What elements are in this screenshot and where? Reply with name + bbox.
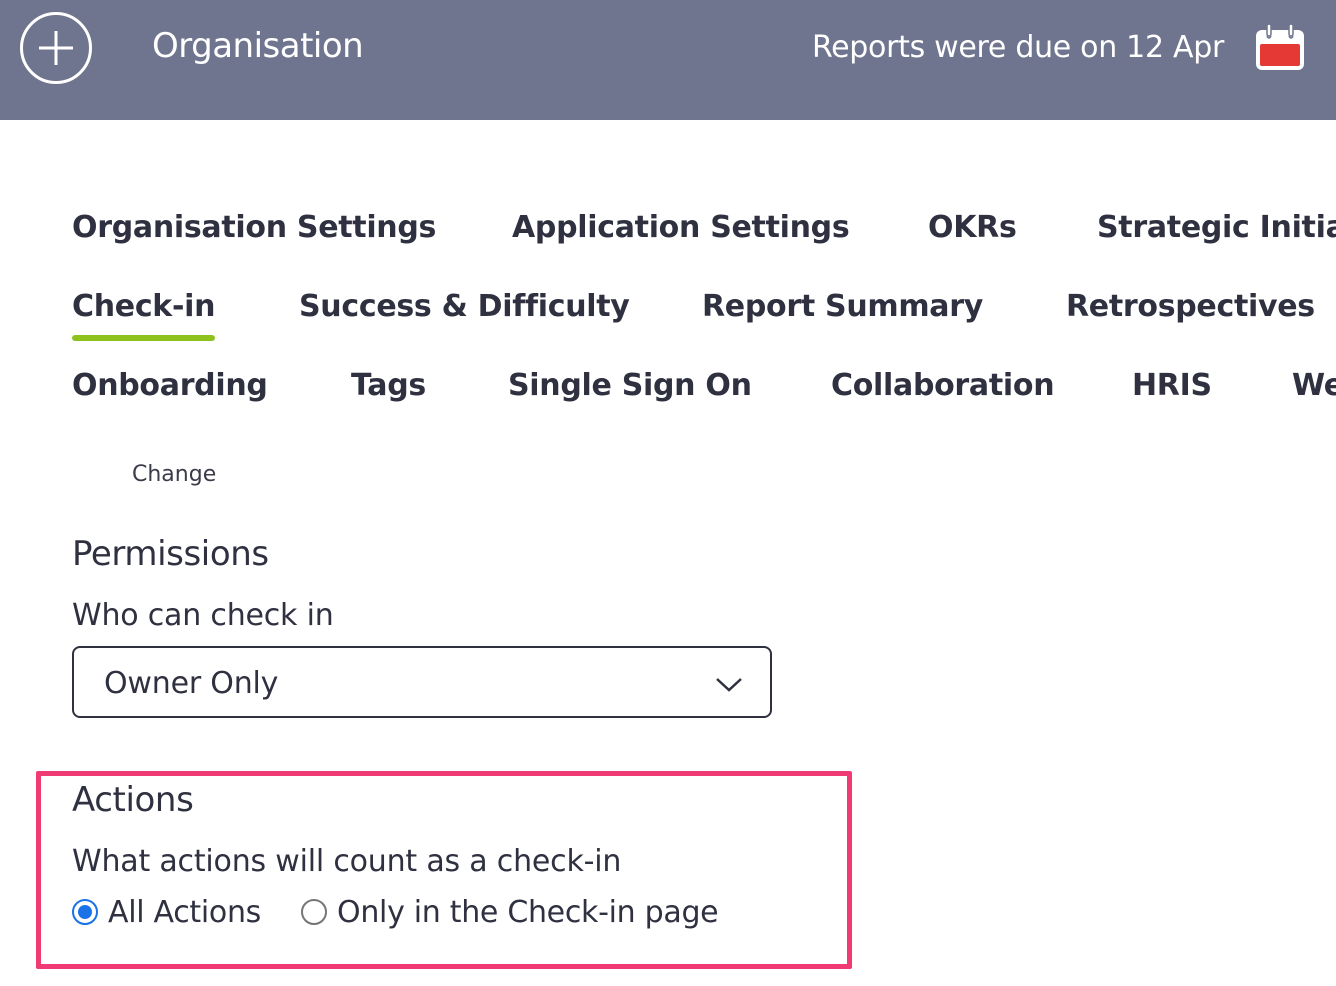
tabs-row-3: Onboarding Tags Single Sign On Collabora…: [0, 368, 1336, 418]
actions-radio-group: All Actions Only in the Check-in page: [72, 892, 758, 932]
permissions-heading: Permissions: [72, 534, 269, 574]
reports-due-text: Reports were due on 12 Apr: [811, 30, 1224, 65]
actions-heading: Actions: [72, 780, 194, 820]
tab-check-in[interactable]: Check-in: [72, 289, 215, 341]
tab-report-summary[interactable]: Report Summary: [702, 289, 983, 324]
add-button[interactable]: [20, 12, 92, 84]
chevron-down-icon: [716, 678, 742, 692]
tab-retrospectives[interactable]: Retrospectives: [1066, 289, 1315, 324]
radio-only-check-in-page[interactable]: Only in the Check-in page: [301, 894, 719, 930]
tab-organisation-settings[interactable]: Organisation Settings: [72, 210, 436, 245]
radio-button-checked[interactable]: [72, 899, 98, 925]
select-value: Owner Only: [104, 666, 279, 701]
tab-okrs[interactable]: OKRs: [928, 210, 1017, 245]
radio-label: All Actions: [108, 894, 262, 930]
tab-tags[interactable]: Tags: [351, 368, 426, 403]
who-can-check-in-select[interactable]: Owner Only: [72, 646, 772, 718]
tabs-row-2: Check-in Success & Difficulty Report Sum…: [0, 289, 1336, 345]
tab-single-sign-on[interactable]: Single Sign On: [508, 368, 752, 403]
tabs-row-1: Organisation Settings Application Settin…: [0, 210, 1336, 260]
radio-label: Only in the Check-in page: [337, 894, 719, 930]
who-can-check-in-label: Who can check in: [72, 598, 334, 633]
tab-strategic-initiatives[interactable]: Strategic Initia: [1097, 210, 1336, 245]
tab-collaboration[interactable]: Collaboration: [831, 368, 1055, 403]
change-link[interactable]: Change: [132, 462, 216, 487]
tab-success-difficulty[interactable]: Success & Difficulty: [299, 289, 630, 324]
page-title: Organisation: [152, 26, 364, 66]
radio-all-actions[interactable]: All Actions: [72, 895, 261, 930]
tab-hris[interactable]: HRIS: [1132, 368, 1212, 403]
calendar-icon[interactable]: [1254, 24, 1306, 72]
tab-webhooks[interactable]: We: [1292, 368, 1336, 403]
tab-application-settings[interactable]: Application Settings: [512, 210, 850, 245]
top-bar: Organisation Reports were due on 12 Apr: [0, 0, 1336, 120]
radio-button[interactable]: [301, 899, 328, 925]
tab-onboarding[interactable]: Onboarding: [72, 368, 268, 403]
actions-label: What actions will count as a check-in: [72, 844, 622, 879]
